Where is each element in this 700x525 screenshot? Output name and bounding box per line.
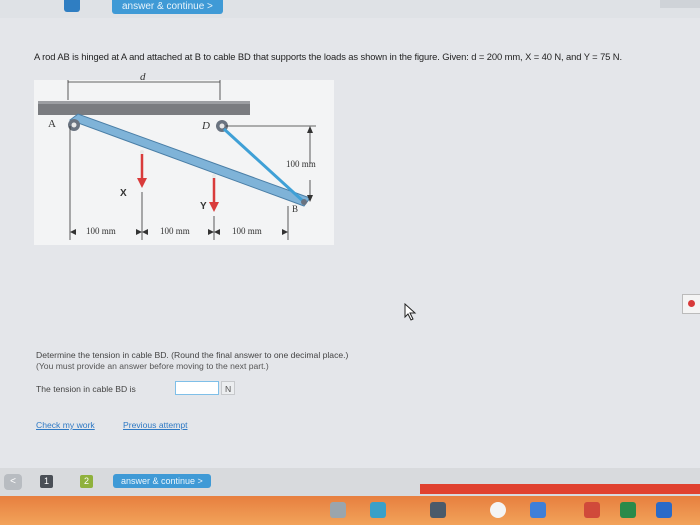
- top-badge: [64, 0, 80, 12]
- problem-statement: A rod AB is hinged at A and attached at …: [34, 51, 622, 62]
- previous-attempt-link[interactable]: Previous attempt: [123, 420, 187, 430]
- record-dot-icon: [688, 300, 695, 307]
- unit-label: N: [221, 381, 236, 395]
- figure-label-b: B: [292, 204, 299, 214]
- taskbar-app-icon[interactable]: [530, 502, 546, 518]
- figure-dim-1: 100 mm: [86, 226, 116, 236]
- mouse-cursor-icon: [404, 303, 417, 321]
- tension-answer-input[interactable]: [175, 381, 219, 395]
- red-band: [420, 484, 700, 494]
- back-button[interactable]: <: [4, 474, 22, 490]
- check-my-work-link[interactable]: Check my work: [36, 420, 95, 430]
- top-answer-continue-button[interactable]: answer & continue >: [112, 0, 223, 14]
- top-right-area: [660, 0, 700, 8]
- top-bar: answer & continue >: [0, 0, 700, 18]
- figure-label-d-point: D: [202, 120, 210, 132]
- taskbar-app-icon[interactable]: [620, 502, 636, 518]
- page-2-button[interactable]: 2: [80, 475, 93, 488]
- taskbar-app-icon[interactable]: [330, 502, 346, 518]
- answer-label: The tension in cable BD is: [36, 384, 136, 394]
- figure-dim-vertical: 100 mm: [286, 159, 316, 169]
- taskbar-app-icon[interactable]: [430, 502, 446, 518]
- question-determine: Determine the tension in cable BD. (Roun…: [36, 350, 349, 360]
- side-panel-tab[interactable]: [682, 294, 700, 314]
- figure-dim-3: 100 mm: [232, 226, 262, 236]
- figure-label-d: d: [140, 71, 146, 83]
- question-must-provide: (You must provide an answer before movin…: [36, 361, 269, 371]
- taskbar-app-icon[interactable]: [490, 502, 506, 518]
- mechanics-figure: d A D B 100 mm X Y 100 mm 100 mm 100 mm: [34, 71, 334, 245]
- taskbar-app-icon[interactable]: [370, 502, 386, 518]
- figure-dim-2: 100 mm: [160, 226, 190, 236]
- answer-continue-button[interactable]: answer & continue >: [113, 474, 211, 488]
- figure-label-a: A: [48, 118, 56, 130]
- force-y-label: Y: [200, 201, 207, 212]
- taskbar-app-icon[interactable]: [656, 502, 672, 518]
- taskbar: [0, 496, 700, 525]
- taskbar-app-icon[interactable]: [584, 502, 600, 518]
- page-1-button[interactable]: 1: [40, 475, 53, 488]
- force-x-label: X: [120, 188, 127, 199]
